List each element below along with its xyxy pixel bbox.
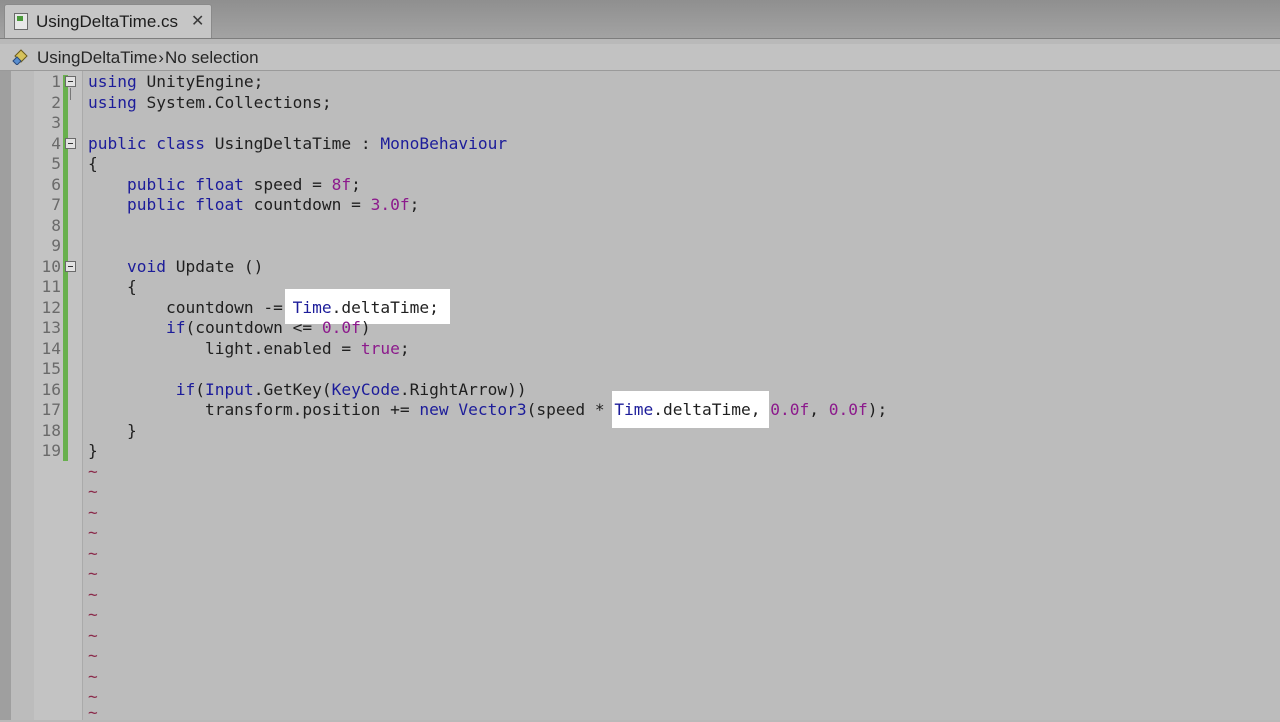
- line-number: 12: [41, 298, 62, 317]
- editor-left-strip: [0, 71, 11, 720]
- line-number: 8: [51, 216, 61, 235]
- fold-toggle-icon[interactable]: [65, 261, 76, 272]
- code-line: {: [88, 154, 98, 173]
- line-number: 2: [51, 93, 61, 112]
- code-line: using System.Collections;: [88, 93, 332, 112]
- end-of-buffer-marker: ~: [88, 605, 98, 624]
- line-number: 17: [41, 400, 62, 419]
- end-of-buffer-marker: ~: [88, 564, 98, 583]
- line-number: 16: [41, 380, 62, 399]
- breadcrumb-separator: ›: [158, 48, 164, 67]
- code-line: if(Input.GetKey(KeyCode.RightArrow)): [175, 380, 527, 399]
- code-line: if(countdown <= 0.0f): [165, 318, 371, 337]
- end-of-buffer-marker: ~: [88, 503, 98, 522]
- end-of-buffer-marker: ~: [88, 646, 98, 665]
- end-of-buffer-marker: ~: [88, 523, 98, 542]
- code-line: public float speed = 8f;: [126, 175, 361, 194]
- end-of-buffer-marker: ~: [88, 667, 98, 686]
- line-number: 15: [41, 359, 62, 378]
- class-icon: [12, 49, 28, 65]
- line-number: 10: [41, 257, 62, 276]
- line-number: 3: [51, 113, 61, 132]
- fold-toggle-icon[interactable]: [65, 76, 76, 87]
- line-number: 5: [51, 154, 61, 173]
- code-line: public class UsingDeltaTime : MonoBehavi…: [88, 134, 508, 153]
- line-number: 7: [51, 195, 61, 214]
- code-line: countdown -= Time.deltaTime;: [88, 298, 439, 317]
- end-of-buffer-marker: ~: [88, 544, 98, 563]
- close-icon[interactable]: ✕: [191, 11, 204, 31]
- line-number: 11: [41, 277, 62, 296]
- code-line: {: [88, 277, 137, 296]
- end-of-buffer-marker: ~: [88, 462, 98, 481]
- line-number: 1: [51, 72, 61, 91]
- line-number: 6: [51, 175, 61, 194]
- tab-bar: UsingDeltaTime.cs ✕: [0, 0, 1280, 39]
- code-line: public float countdown = 3.0f;: [126, 195, 420, 214]
- breadcrumb: UsingDeltaTime›No selection: [0, 44, 1280, 71]
- code-line: }: [88, 421, 137, 440]
- line-number: 18: [41, 421, 62, 440]
- end-of-buffer-marker: ~: [88, 703, 98, 722]
- line-number: 19: [41, 441, 62, 460]
- end-of-buffer-marker: ~: [88, 585, 98, 604]
- line-number: 9: [51, 236, 61, 255]
- end-of-buffer-marker: ~: [88, 482, 98, 501]
- code-line: using UnityEngine;: [88, 72, 264, 91]
- code-line: transform.position += new Vector3(speed …: [88, 400, 888, 419]
- fold-toggle-icon[interactable]: [65, 138, 76, 149]
- csharp-file-icon: [14, 13, 28, 30]
- end-of-buffer-marker: ~: [88, 626, 98, 645]
- tab-label: UsingDeltaTime.cs: [36, 12, 179, 31]
- code-line: }: [88, 441, 98, 460]
- tab-usingdeltatime[interactable]: UsingDeltaTime.cs ✕: [4, 4, 212, 38]
- code-line: light.enabled = true;: [88, 339, 410, 358]
- code-line: void Update (): [126, 257, 264, 276]
- line-number: 14: [41, 339, 62, 358]
- breadcrumb-class[interactable]: UsingDeltaTime: [37, 48, 157, 67]
- code-editor[interactable]: 1 2 3 4 5 6 7 8 9 10 11 12 13 14 15 16 1…: [0, 71, 1280, 722]
- line-number: 13: [41, 318, 62, 337]
- line-number: 4: [51, 134, 61, 153]
- breadcrumb-member[interactable]: No selection: [165, 48, 259, 67]
- fold-line: [70, 88, 71, 100]
